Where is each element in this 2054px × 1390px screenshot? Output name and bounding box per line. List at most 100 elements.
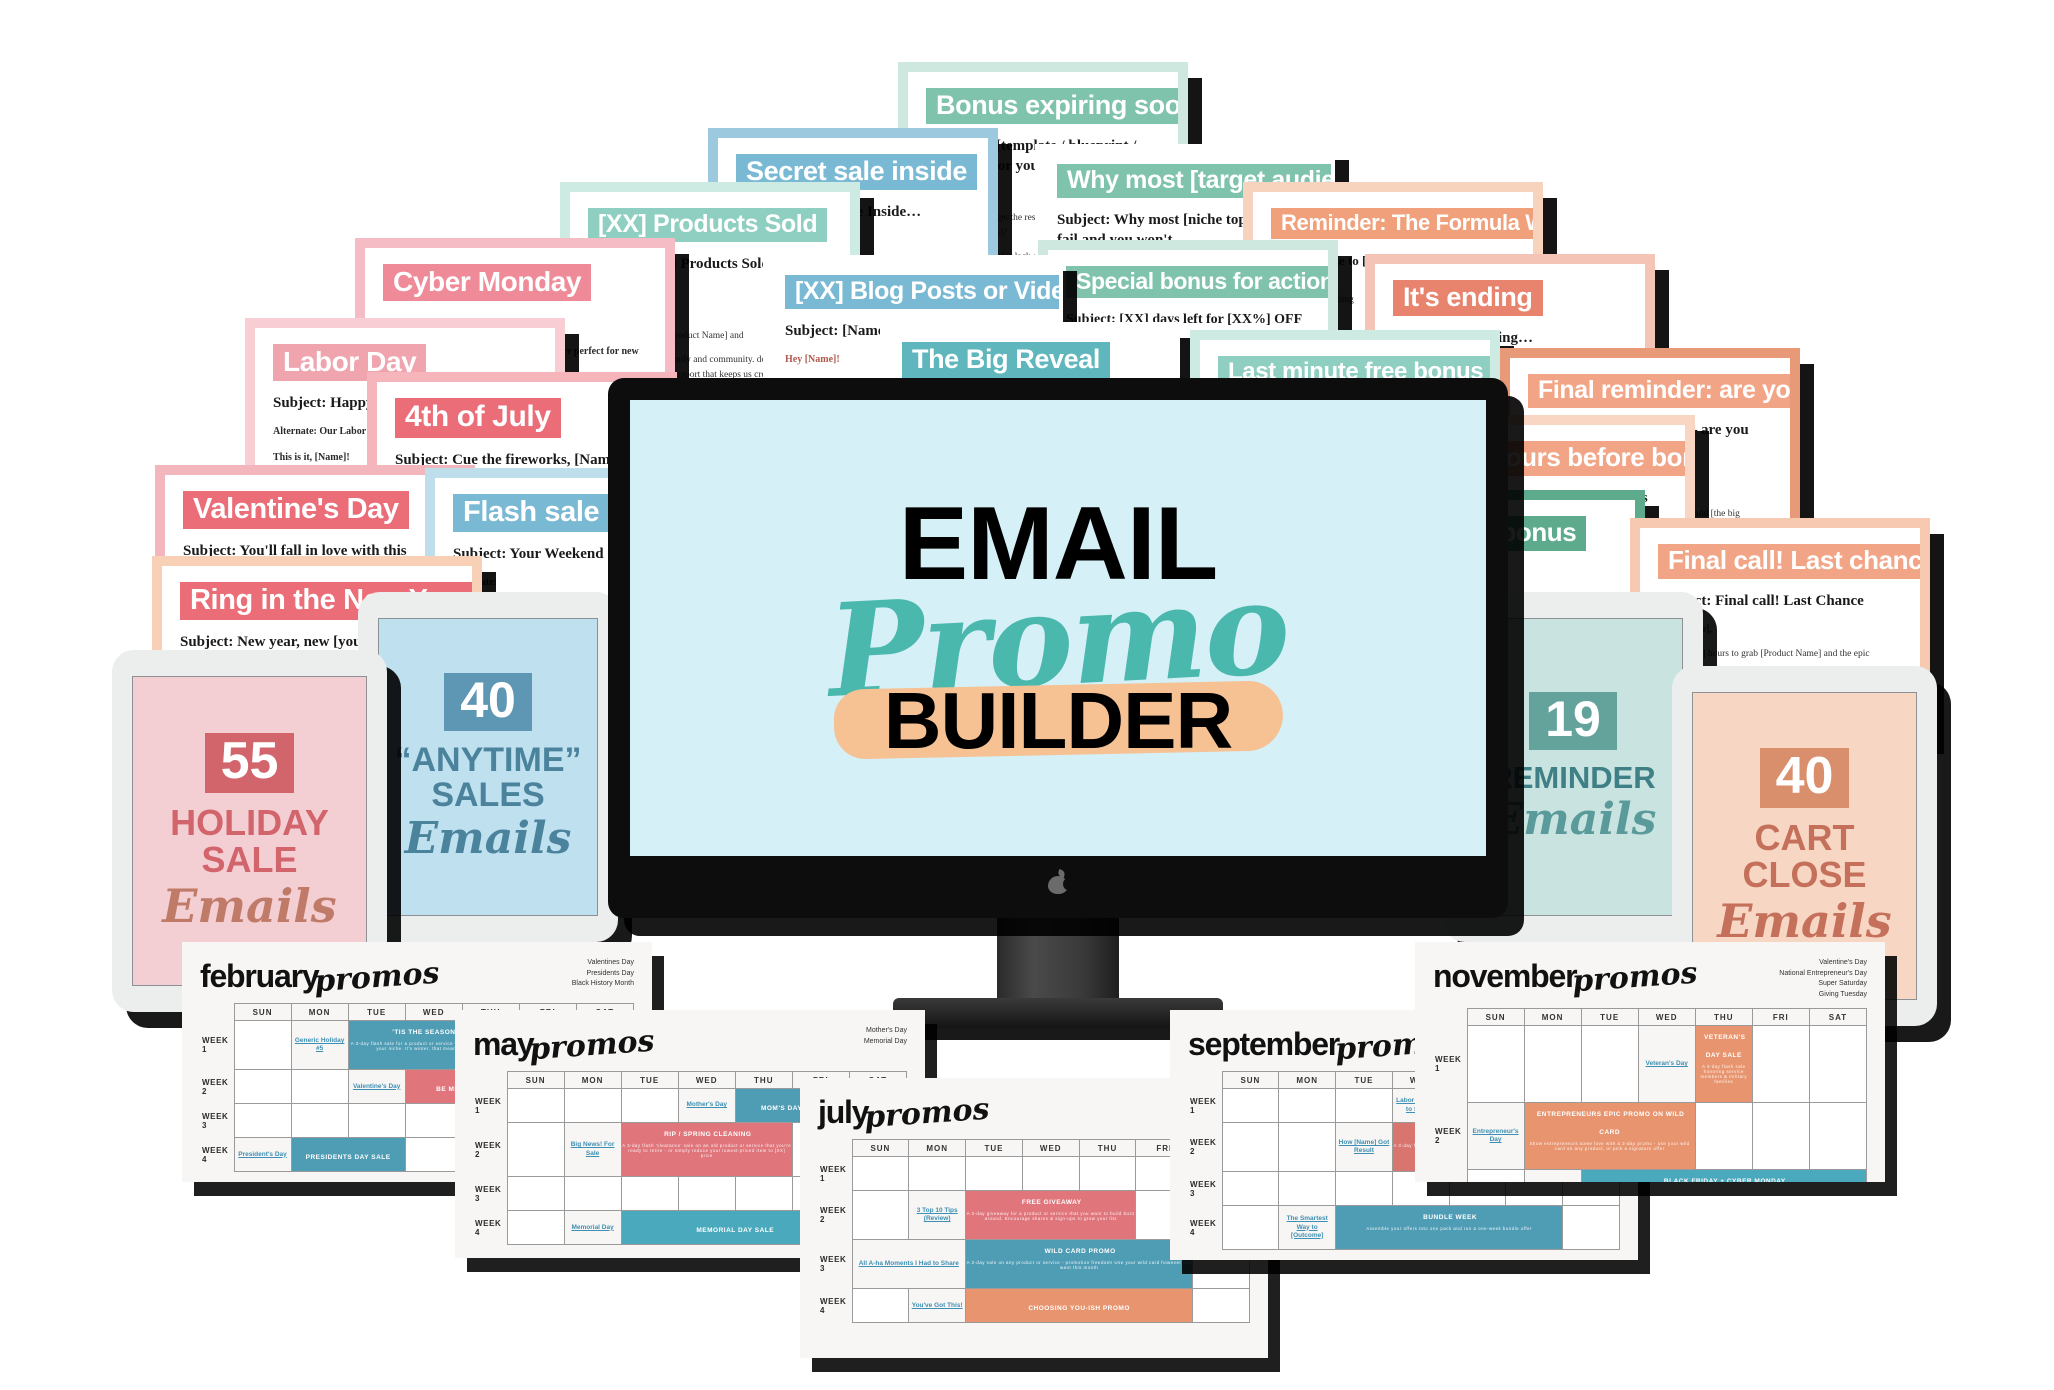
calendar-event-band[interactable]: CHOOSING YOU-ISH PROMO xyxy=(1026,1303,1132,1314)
calendar-cell[interactable] xyxy=(506,1088,565,1123)
calendar-cell[interactable] xyxy=(620,1176,679,1212)
calendar-event-band[interactable]: MEMORIAL DAY SALE xyxy=(694,1225,776,1236)
calendar-event-link[interactable]: 3 Top 10 Tips (Review) xyxy=(911,1207,963,1223)
calendar-cell[interactable]: Black Friday xyxy=(1523,1169,1582,1182)
calendar-cell[interactable] xyxy=(1278,1171,1337,1207)
calendar-cell[interactable] xyxy=(1466,1169,1525,1182)
calendar-event-link[interactable]: Big News! For Sale xyxy=(567,1141,619,1157)
calendar-cell[interactable]: FREE GIVEAWAY A 3-day giveaway for a prod… xyxy=(965,1189,1137,1241)
calendar-cell[interactable]: CHOOSING YOU-ISH PROMO xyxy=(965,1288,1194,1324)
calendar-cell[interactable] xyxy=(734,1176,793,1212)
calendar-november[interactable]: november promos Valentine's Day National… xyxy=(1415,942,1885,1182)
desktop-monitor[interactable]: EMAIL Promo BUILDER xyxy=(608,378,1508,1028)
calendar-cell[interactable]: Valentine's Day xyxy=(347,1069,406,1105)
calendar-week-label: WEEK 3 xyxy=(475,1184,502,1203)
calendar-cell[interactable] xyxy=(1278,1121,1337,1173)
calendar-cell[interactable]: All A-ha Moments I Had to Share xyxy=(851,1239,967,1290)
calendar-cell[interactable] xyxy=(1021,1156,1080,1191)
calendar-cell[interactable]: ENTREPRENEURS EPIC PROMO ON WILD CARD Sho… xyxy=(1523,1102,1696,1171)
calendar-event-link[interactable]: Entrepreneur's Day xyxy=(1470,1128,1522,1144)
calendar-event-band[interactable]: RIP / SPRING CLEANING A 3-day flash 'clea… xyxy=(622,1129,791,1175)
calendar-cell[interactable]: Mother's Day xyxy=(677,1088,736,1123)
calendar-cell[interactable]: BUNDLE WEEK Assemble your offers into one… xyxy=(1335,1205,1564,1251)
calendar-cell[interactable] xyxy=(233,1069,292,1105)
calendar-cell[interactable]: Entrepreneur's Day xyxy=(1466,1102,1525,1171)
calendar-cell[interactable] xyxy=(1808,1102,1868,1171)
calendar-cell[interactable] xyxy=(1278,1088,1337,1123)
calendar-event-link[interactable]: The Smartest Way to [Outcome] xyxy=(1281,1215,1333,1239)
calendar-cell[interactable] xyxy=(506,1210,565,1246)
calendar-cell[interactable] xyxy=(563,1176,622,1212)
calendar-cell[interactable] xyxy=(1808,1024,1868,1104)
calendar-grid[interactable]: SUN MON TUE WED THU FRI SAT WEEK 1 Veteran's Day… xyxy=(1433,1008,1868,1182)
calendar-cell[interactable] xyxy=(1562,1205,1620,1251)
calendar-cell[interactable]: Veteran's Day xyxy=(1637,1024,1696,1104)
calendar-cell[interactable] xyxy=(1078,1156,1137,1191)
calendar-cell[interactable] xyxy=(506,1121,565,1178)
calendar-cell[interactable] xyxy=(1694,1102,1753,1171)
calendar-cell[interactable]: Big News! For Sale xyxy=(563,1121,622,1178)
calendar-cell[interactable] xyxy=(1192,1288,1250,1324)
calendar-cell[interactable]: The Smartest Way to [Outcome] xyxy=(1278,1205,1337,1251)
calendar-cell[interactable] xyxy=(965,1156,1023,1191)
calendar-cell[interactable] xyxy=(677,1176,736,1212)
calendar-event-link[interactable]: You've Got This! xyxy=(911,1302,963,1310)
calendar-cell[interactable]: RIP / SPRING CLEANING A 3-day flash 'clea… xyxy=(620,1121,793,1178)
calendar-week-label: WEEK 4 xyxy=(475,1218,502,1237)
calendar-cell[interactable] xyxy=(347,1103,406,1139)
calendar-cell[interactable]: 3 Top 10 Tips (Review) xyxy=(908,1189,967,1241)
calendar-column-header: SUN xyxy=(1466,1008,1525,1026)
calendar-cell[interactable] xyxy=(233,1019,292,1071)
calendar-cell[interactable] xyxy=(1523,1024,1582,1104)
tablet-anytime-sales[interactable]: 40 “ANYTIME” SALES Emails xyxy=(358,592,618,942)
calendar-event-band[interactable]: BLACK FRIDAY + CYBER MONDAYYour biggest … xyxy=(1582,1176,1865,1182)
calendar-cell[interactable]: You've Got This! xyxy=(908,1288,967,1324)
calendar-cell[interactable] xyxy=(1751,1024,1810,1104)
calendar-cell[interactable] xyxy=(1221,1171,1280,1207)
calendar-event-band[interactable]: VETERAN'S DAY SALE A 3-day flash sale hon… xyxy=(1696,1032,1751,1101)
calendar-cell[interactable] xyxy=(1751,1102,1810,1171)
calendar-cell[interactable]: Generic Holiday #5 xyxy=(290,1019,349,1071)
calendar-event-link[interactable]: Generic Holiday #5 xyxy=(294,1037,346,1053)
calendar-cell[interactable]: Memorial Day xyxy=(563,1210,622,1246)
calendar-event-band[interactable]: WILD CARD PROMO A 3-day sale on any produ… xyxy=(967,1246,1192,1287)
calendar-event-link[interactable]: How [Name] Got Result xyxy=(1338,1139,1390,1155)
calendar-cell[interactable] xyxy=(908,1156,967,1191)
calendar-cell[interactable] xyxy=(404,1137,463,1173)
calendar-event-link[interactable]: All A-ha Moments I Had to Share xyxy=(855,1260,964,1268)
monitor-screen[interactable]: EMAIL Promo BUILDER xyxy=(630,400,1486,856)
calendar-cell[interactable] xyxy=(506,1176,565,1212)
calendar-cell[interactable] xyxy=(1221,1121,1280,1173)
calendar-event-link[interactable]: Valentine's Day xyxy=(351,1083,403,1091)
calendar-event-link[interactable]: Mother's Day xyxy=(681,1101,733,1109)
calendar-cell[interactable] xyxy=(290,1103,349,1139)
calendar-event-band[interactable]: BUNDLE WEEK Assemble your offers into one… xyxy=(1337,1212,1562,1248)
calendar-cell[interactable] xyxy=(233,1103,292,1139)
calendar-cell[interactable] xyxy=(404,1103,463,1139)
calendar-cell[interactable]: VETERAN'S DAY SALE A 3-day flash sale hon… xyxy=(1694,1024,1753,1104)
calendar-cell[interactable] xyxy=(1466,1024,1525,1104)
email-card-title: Reminder: The Formula We Use xyxy=(1271,208,1533,240)
calendar-cell[interactable]: How [Name] Got Result xyxy=(1335,1121,1393,1173)
calendar-cell[interactable] xyxy=(851,1156,910,1191)
calendar-cell[interactable] xyxy=(1221,1088,1280,1123)
calendar-event-link[interactable]: Memorial Day xyxy=(567,1224,619,1232)
calendar-event-band[interactable]: PRESIDENTS DAY SALE xyxy=(304,1152,393,1163)
calendar-event-link[interactable]: President's Day xyxy=(237,1151,289,1159)
calendar-cell[interactable] xyxy=(851,1288,910,1324)
calendar-event-band[interactable]: FREE GIVEAWAY A 3-day giveaway for a prod… xyxy=(967,1197,1135,1238)
calendar-cell[interactable]: BLACK FRIDAY + CYBER MONDAYYour biggest … xyxy=(1580,1169,1868,1182)
calendar-cell[interactable] xyxy=(1580,1024,1639,1104)
calendar-event-link[interactable]: Veteran's Day xyxy=(1641,1060,1693,1068)
calendar-event-band[interactable]: ENTREPRENEURS EPIC PROMO ON WILD CARD Sho… xyxy=(1525,1109,1694,1168)
calendar-cell[interactable] xyxy=(620,1088,679,1123)
calendar-cell[interactable] xyxy=(1335,1171,1393,1207)
calendar-cell[interactable] xyxy=(1221,1205,1280,1251)
calendar-cell[interactable] xyxy=(290,1069,349,1105)
calendar-cell[interactable]: President's Day xyxy=(233,1137,292,1173)
calendar-cell[interactable] xyxy=(563,1088,622,1123)
calendar-cell[interactable]: WILD CARD PROMO A 3-day sale on any produ… xyxy=(965,1239,1194,1290)
calendar-cell[interactable] xyxy=(1335,1088,1393,1123)
calendar-cell[interactable] xyxy=(851,1189,910,1241)
calendar-cell[interactable]: PRESIDENTS DAY SALE xyxy=(290,1137,406,1173)
